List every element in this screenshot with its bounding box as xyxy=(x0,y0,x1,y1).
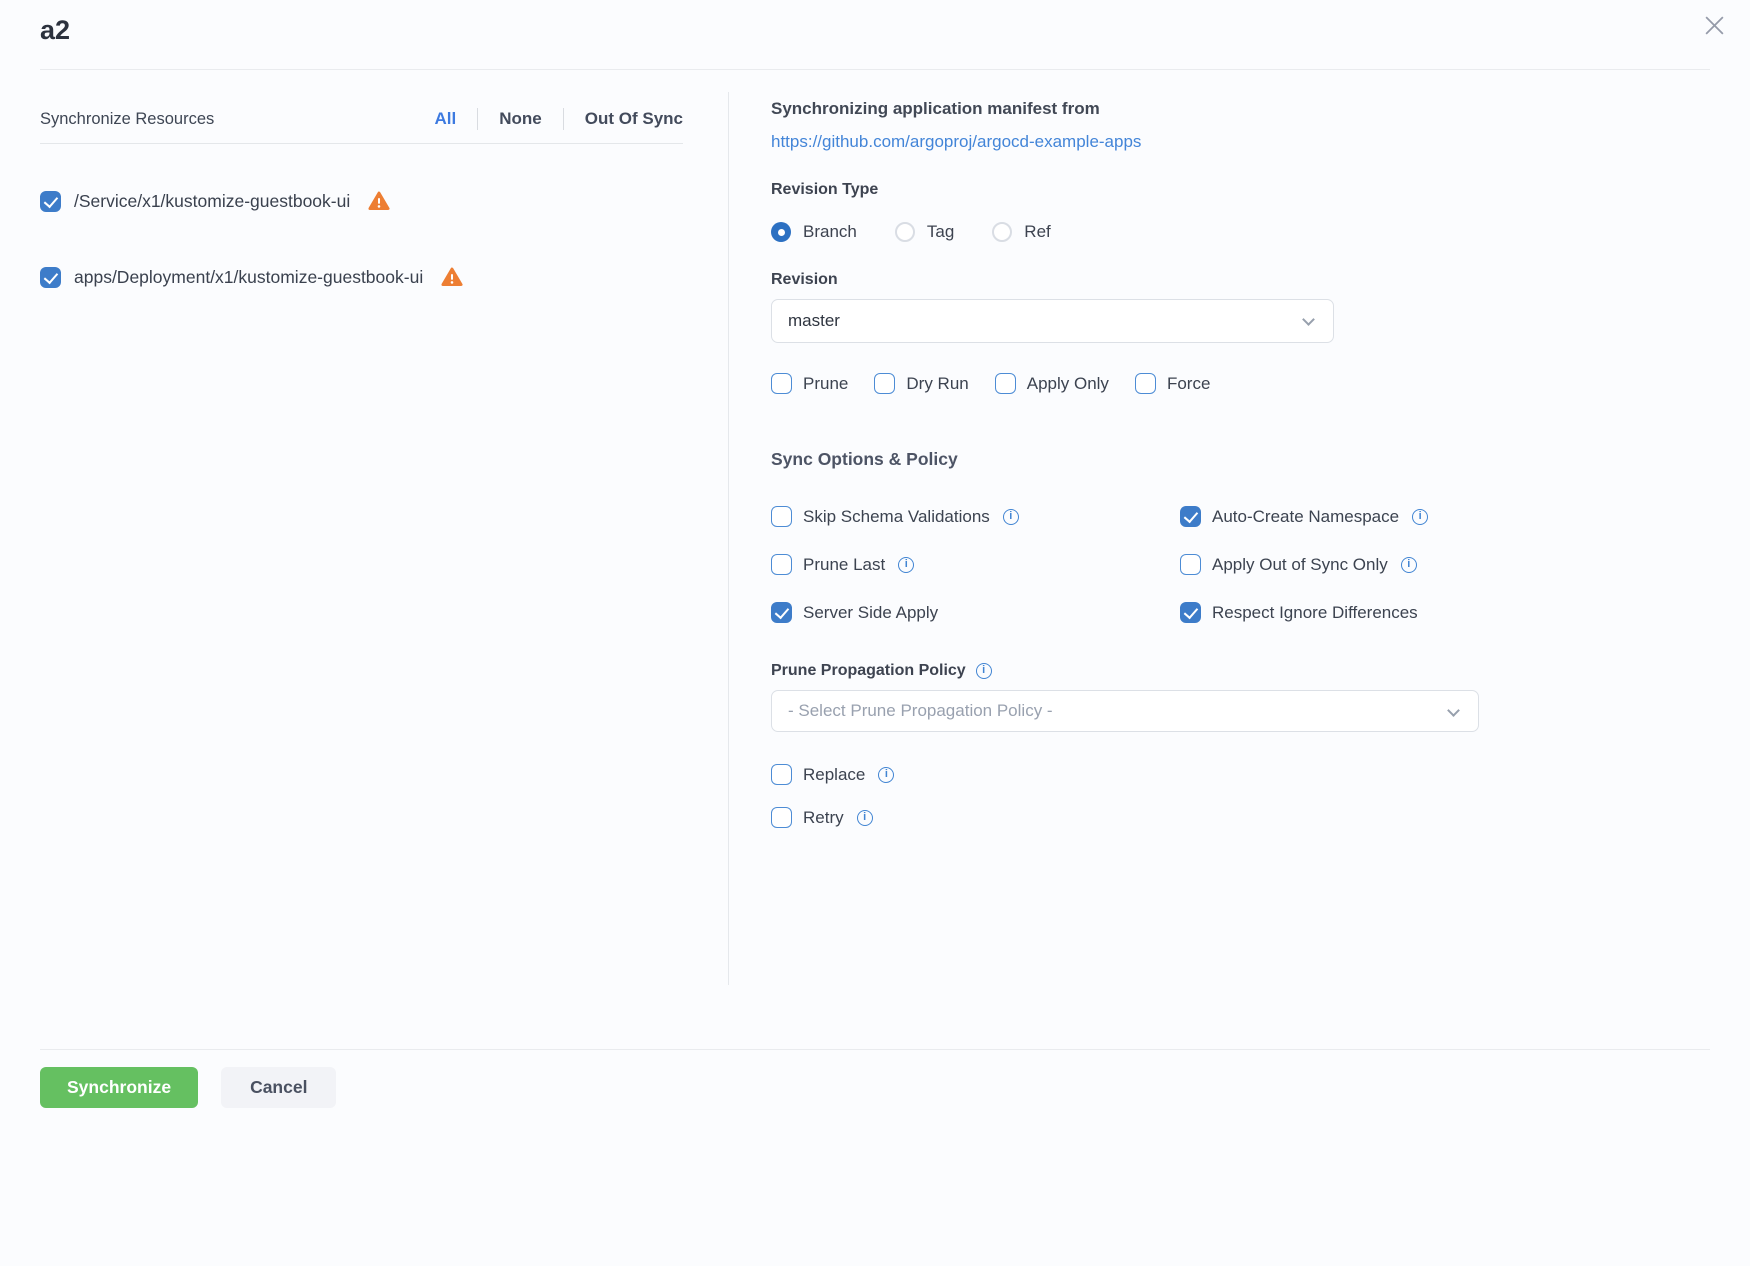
resource-label: apps/Deployment/x1/kustomize-guestbook-u… xyxy=(74,267,423,288)
prune-propagation-policy-select[interactable]: - Select Prune Propagation Policy - xyxy=(771,690,1479,732)
radio-ref[interactable]: Ref xyxy=(992,222,1050,242)
info-icon[interactable] xyxy=(1401,557,1417,573)
force-checkbox[interactable]: Force xyxy=(1135,373,1210,394)
panel-divider xyxy=(728,92,729,985)
apply-only-checkbox[interactable]: Apply Only xyxy=(995,373,1109,394)
checkbox-label: Retry xyxy=(803,808,844,828)
retry-checkbox[interactable]: Retry xyxy=(771,807,1480,828)
select-placeholder: - Select Prune Propagation Policy - xyxy=(788,701,1053,721)
prune-propagation-policy-label: Prune Propagation Policy xyxy=(771,661,966,681)
repo-url-link[interactable]: https://github.com/argoproj/argocd-examp… xyxy=(771,131,1141,153)
replace-checkbox[interactable]: Replace xyxy=(771,764,1480,785)
resource-checkbox[interactable] xyxy=(40,267,61,288)
resource-row-service: /Service/x1/kustomize-guestbook-ui xyxy=(40,190,683,212)
header-divider xyxy=(40,69,1710,70)
revision-select-value: master xyxy=(788,311,840,331)
checkbox-icon[interactable] xyxy=(771,506,792,527)
revision-select[interactable]: master xyxy=(771,299,1334,343)
checkbox-icon[interactable] xyxy=(771,764,792,785)
checkbox-label: Replace xyxy=(803,765,865,785)
close-icon[interactable] xyxy=(1702,13,1726,37)
radio-label: Branch xyxy=(803,222,857,242)
resource-checkbox[interactable] xyxy=(40,191,61,212)
revision-label: Revision xyxy=(771,270,1480,290)
filter-separator xyxy=(477,108,478,130)
dry-run-checkbox[interactable]: Dry Run xyxy=(874,373,968,394)
radio-label: Tag xyxy=(927,222,954,242)
chevron-down-icon xyxy=(1447,704,1460,717)
resources-heading: Synchronize Resources xyxy=(40,110,214,129)
checkbox-icon[interactable] xyxy=(1180,506,1201,527)
resource-filters: All None Out Of Sync xyxy=(435,108,683,130)
synchronize-button[interactable]: Synchronize xyxy=(40,1067,198,1108)
footer-divider xyxy=(40,1049,1710,1050)
checkbox-label: Server Side Apply xyxy=(803,603,938,623)
warning-icon xyxy=(441,266,463,288)
info-icon[interactable] xyxy=(1412,509,1428,525)
checkbox-label: Auto-Create Namespace xyxy=(1212,507,1399,527)
checkbox-icon[interactable] xyxy=(995,373,1016,394)
revision-type-radios: Branch Tag Ref xyxy=(771,222,1480,242)
info-icon[interactable] xyxy=(976,663,992,679)
checkbox-label: Prune xyxy=(803,374,848,394)
checkbox-icon[interactable] xyxy=(771,554,792,575)
apply-out-of-sync-only-checkbox[interactable]: Apply Out of Sync Only xyxy=(1180,554,1480,575)
manifest-heading: Synchronizing application manifest from xyxy=(771,98,1480,120)
radio-tag[interactable]: Tag xyxy=(895,222,954,242)
skip-schema-validations-checkbox[interactable]: Skip Schema Validations xyxy=(771,506,1180,527)
checkbox-icon[interactable] xyxy=(874,373,895,394)
sync-options-grid: Skip Schema Validations Auto-Create Name… xyxy=(771,506,1480,623)
resource-row-deployment: apps/Deployment/x1/kustomize-guestbook-u… xyxy=(40,266,683,288)
resource-label: /Service/x1/kustomize-guestbook-ui xyxy=(74,191,350,212)
info-icon[interactable] xyxy=(878,767,894,783)
sync-options-panel: Synchronizing application manifest from … xyxy=(771,98,1480,828)
checkbox-label: Prune Last xyxy=(803,555,885,575)
checkbox-icon[interactable] xyxy=(1180,554,1201,575)
checkbox-icon[interactable] xyxy=(771,373,792,394)
info-icon[interactable] xyxy=(898,557,914,573)
checkbox-label: Dry Run xyxy=(906,374,968,394)
respect-ignore-differences-checkbox[interactable]: Respect Ignore Differences xyxy=(1180,602,1480,623)
auto-create-namespace-checkbox[interactable]: Auto-Create Namespace xyxy=(1180,506,1480,527)
resources-panel: Synchronize Resources All None Out Of Sy… xyxy=(40,99,683,288)
checkbox-label: Force xyxy=(1167,374,1210,394)
sync-flags-row: Prune Dry Run Apply Only Force xyxy=(771,373,1480,394)
filter-separator xyxy=(563,108,564,130)
filter-out-of-sync[interactable]: Out Of Sync xyxy=(585,109,683,129)
info-icon[interactable] xyxy=(857,810,873,826)
filter-all[interactable]: All xyxy=(435,109,457,129)
resources-header: Synchronize Resources All None Out Of Sy… xyxy=(40,99,683,139)
footer-actions: Synchronize Cancel xyxy=(40,1067,336,1108)
filter-none[interactable]: None xyxy=(499,109,542,129)
checkbox-label: Respect Ignore Differences xyxy=(1212,603,1418,623)
radio-unselected-icon[interactable] xyxy=(992,222,1012,242)
radio-label: Ref xyxy=(1024,222,1050,242)
page-title: a2 xyxy=(40,10,70,50)
checkbox-icon[interactable] xyxy=(1180,602,1201,623)
checkbox-label: Apply Out of Sync Only xyxy=(1212,555,1388,575)
checkbox-icon[interactable] xyxy=(1135,373,1156,394)
server-side-apply-checkbox[interactable]: Server Side Apply xyxy=(771,602,1180,623)
sync-options-heading: Sync Options & Policy xyxy=(771,448,1480,470)
prune-propagation-policy-label-row: Prune Propagation Policy xyxy=(771,661,1480,681)
prune-checkbox[interactable]: Prune xyxy=(771,373,848,394)
revision-type-label: Revision Type xyxy=(771,180,1480,200)
prune-last-checkbox[interactable]: Prune Last xyxy=(771,554,1180,575)
info-icon[interactable] xyxy=(1003,509,1019,525)
checkbox-label: Skip Schema Validations xyxy=(803,507,990,527)
checkbox-icon[interactable] xyxy=(771,807,792,828)
checkbox-icon[interactable] xyxy=(771,602,792,623)
chevron-down-icon xyxy=(1302,313,1315,326)
radio-branch[interactable]: Branch xyxy=(771,222,857,242)
resources-divider xyxy=(40,143,683,144)
warning-icon xyxy=(368,190,390,212)
checkbox-label: Apply Only xyxy=(1027,374,1109,394)
cancel-button[interactable]: Cancel xyxy=(221,1067,336,1108)
radio-selected-icon[interactable] xyxy=(771,222,791,242)
radio-unselected-icon[interactable] xyxy=(895,222,915,242)
